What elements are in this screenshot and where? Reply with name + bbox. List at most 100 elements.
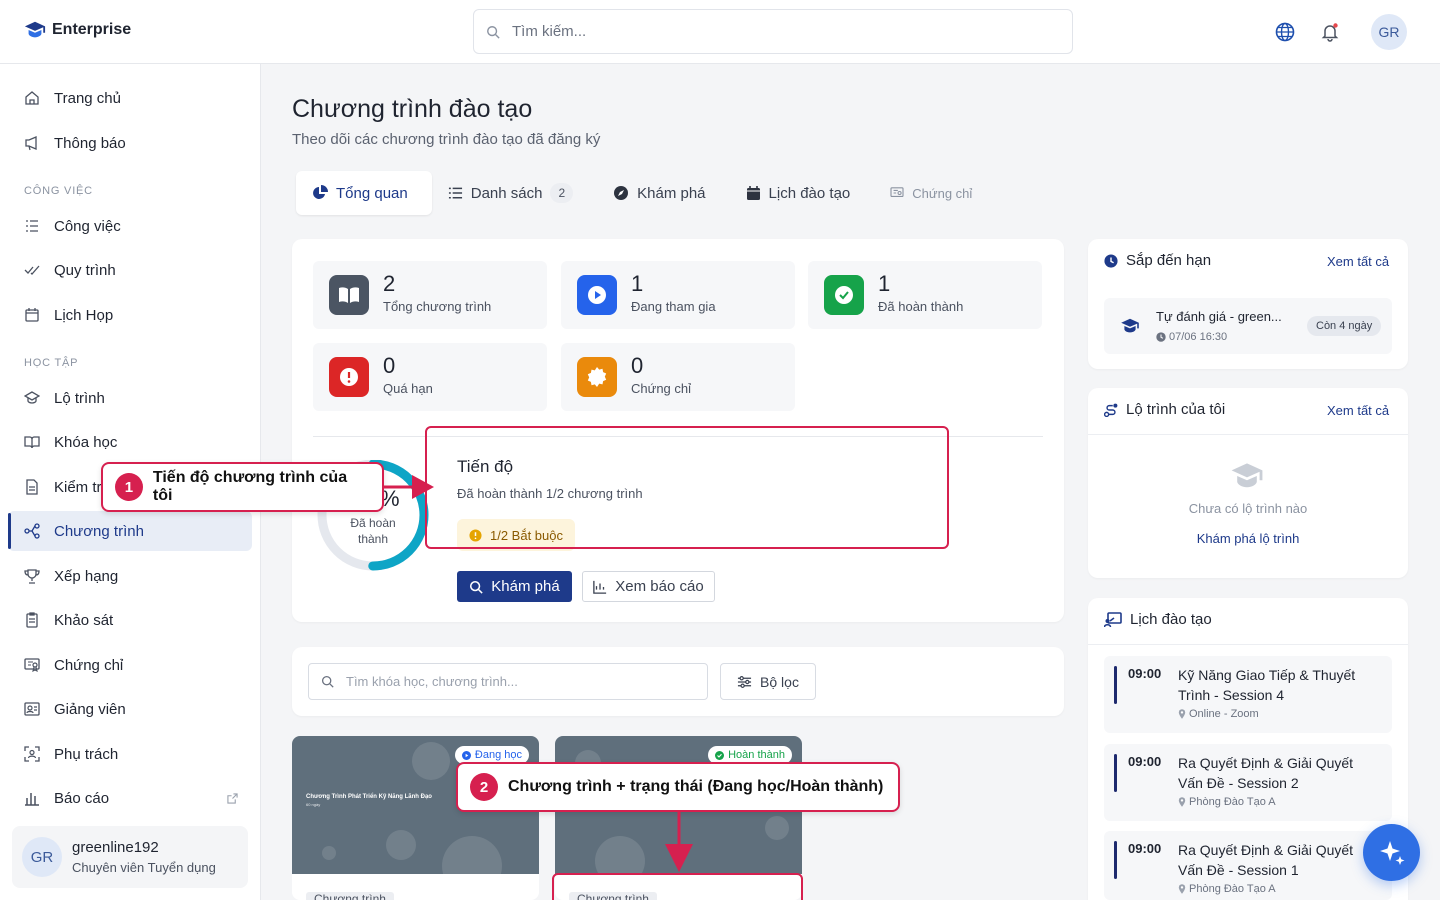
stat-value: 1 — [878, 271, 891, 296]
annotation-number: 2 — [470, 773, 498, 801]
course-search-input[interactable]: Tìm khóa học, chương trình... — [308, 663, 708, 700]
sidebar-item-label: Xếp hạng — [54, 567, 119, 585]
tab-overview[interactable]: Tổng quan — [296, 171, 432, 215]
schedule-location: Phòng Đào Tạo A — [1178, 796, 1276, 808]
deadline-item[interactable]: Tự đánh giá - green... 07/06 16:30 Còn 4… — [1104, 298, 1392, 354]
cover-subtitle: 60 ngày — [306, 802, 321, 807]
annotation-arrow-1 — [384, 475, 434, 499]
ai-assistant-button[interactable] — [1363, 824, 1420, 881]
program-network-icon — [24, 523, 40, 539]
stat-certificates: 0 Chứng chỉ — [561, 343, 795, 411]
trophy-icon — [24, 569, 40, 584]
book-icon — [329, 275, 369, 315]
external-link-icon — [227, 792, 238, 804]
tab-bar: Tổng quan Danh sách 2 Khám phá Lịch đào … — [296, 171, 996, 215]
tab-label: Lịch đào tạo — [768, 184, 851, 202]
due-badge: Còn 4 ngày — [1307, 316, 1382, 336]
clock-icon — [1104, 253, 1118, 268]
program-card[interactable]: Chương Trình Phát Triển Kỹ Năng Lãnh Đạo… — [292, 736, 539, 900]
program-type-tag: Chương trình — [306, 892, 394, 900]
graduation-cap-icon — [24, 21, 46, 38]
paths-title: Lộ trình của tôi — [1104, 401, 1225, 418]
sidebar-item-instructors[interactable]: Giảng viên — [8, 689, 252, 729]
search-input[interactable]: Tìm kiếm... — [512, 23, 586, 40]
avatar: GR — [22, 837, 62, 877]
instructor-icon — [24, 702, 40, 716]
sidebar-item-label: Khảo sát — [54, 611, 114, 629]
schedule-item[interactable]: 09:00 Ra Quyết Định & Giải Quyết Vấn Đề … — [1104, 744, 1392, 821]
filter-button[interactable]: Bộ lọc — [720, 663, 816, 700]
user-avatar[interactable]: GR — [1371, 14, 1407, 50]
stat-label: Chứng chỉ — [631, 381, 692, 396]
paths-view-all-link[interactable]: Xem tất cả — [1327, 403, 1389, 418]
language-button[interactable] — [1273, 20, 1297, 44]
section-label-learning: HỌC TẬP — [24, 357, 79, 369]
list-icon — [448, 187, 462, 199]
sidebar-item-programs[interactable]: Chương trình — [8, 511, 252, 551]
sidebar-item-paths[interactable]: Lộ trình — [8, 378, 252, 418]
view-report-button[interactable]: Xem báo cáo — [582, 571, 715, 602]
sidebar-item-certificates[interactable]: Chứng chỉ — [8, 645, 252, 685]
page-title: Chương trình đào tạo — [292, 95, 533, 123]
sidebar-item-meetings[interactable]: Lịch Họp — [8, 295, 252, 335]
sidebar-item-announcements[interactable]: Thông báo — [8, 123, 252, 163]
globe-icon — [1275, 22, 1295, 42]
schedule-item[interactable]: 09:00 Ra Quyết Định & Giải Quyết Vấn Đề … — [1104, 831, 1392, 900]
user-name: greenline192 — [72, 839, 159, 856]
stat-label: Tổng chương trình — [383, 299, 492, 314]
bar-chart-icon — [593, 580, 607, 594]
explore-paths-link[interactable]: Khám phá lộ trình — [1088, 531, 1408, 546]
tab-certificates[interactable]: Chứng chỉ — [874, 171, 996, 215]
sidebar-item-reports[interactable]: Báo cáo — [8, 778, 252, 818]
sidebar-item-home[interactable]: Trang chủ — [8, 78, 252, 118]
graduation-cap-icon — [24, 391, 40, 404]
tab-schedule[interactable]: Lịch đào tạo — [730, 171, 875, 215]
sidebar-item-label: Trang chủ — [54, 89, 121, 107]
sparkle-icon — [1379, 840, 1404, 865]
check-circle-icon — [715, 750, 725, 760]
donut-label: Đã hoàn thành — [350, 516, 396, 546]
scan-person-icon — [24, 746, 40, 762]
tab-list[interactable]: Danh sách 2 — [432, 171, 597, 215]
section-label-work: CÔNG VIỆC — [24, 185, 93, 197]
certificate-icon — [24, 658, 40, 673]
home-icon — [25, 91, 39, 105]
tab-label: Tổng quan — [336, 184, 408, 202]
schedule-time: 09:00 — [1128, 754, 1162, 769]
presentation-icon — [1104, 611, 1122, 627]
sidebar-item-label: Công việc — [54, 217, 121, 235]
highlight-box-progress — [425, 426, 949, 549]
graduation-cap-icon — [1121, 318, 1139, 333]
sidebar-item-responsible[interactable]: Phụ trách — [8, 734, 252, 774]
stat-value: 2 — [383, 271, 396, 296]
annotation-number: 1 — [115, 473, 143, 501]
user-role: Chuyên viên Tuyển dụng — [72, 860, 216, 875]
megaphone-icon — [25, 136, 37, 151]
explore-button[interactable]: Khám phá — [457, 571, 572, 602]
annotation-callout-1: 1 Tiến độ chương trình của tôi — [101, 462, 384, 512]
sidebar-item-ranking[interactable]: Xếp hạng — [8, 556, 252, 596]
stat-value: 0 — [383, 353, 396, 378]
schedule-location: Online - Zoom — [1178, 708, 1259, 720]
global-search[interactable]: Tìm kiếm... — [473, 9, 1073, 54]
stat-value: 1 — [631, 271, 644, 296]
sidebar-item-courses[interactable]: Khóa học — [8, 422, 252, 462]
deadlines-view-all-link[interactable]: Xem tất cả — [1327, 254, 1389, 269]
sidebar-item-surveys[interactable]: Khảo sát — [8, 600, 252, 640]
sidebar-item-label: Lịch Họp — [54, 306, 114, 324]
app-logo[interactable]: Enterprise — [24, 20, 131, 40]
schedule-title: Ra Quyết Định & Giải Quyết Vấn Đề - Sess… — [1178, 842, 1354, 878]
annotation-text: Chương trình + trạng thái (Đang học/Hoàn… — [508, 778, 884, 795]
sidebar-item-label: Báo cáo — [54, 789, 110, 807]
sidebar-item-process[interactable]: Quy trình — [8, 250, 252, 290]
stat-overdue: 0 Quá hạn — [313, 343, 547, 411]
notifications-button[interactable] — [1318, 20, 1342, 44]
user-profile-card[interactable]: GR greenline192 Chuyên viên Tuyển dụng — [12, 826, 248, 888]
sliders-icon — [737, 675, 752, 688]
schedule-item[interactable]: 09:00 Kỹ Năng Giao Tiếp & Thuyết Trình -… — [1104, 656, 1392, 733]
tab-explore[interactable]: Khám phá — [597, 171, 729, 215]
sidebar-item-label: Thông báo — [54, 134, 126, 152]
sidebar-item-tasks[interactable]: Công việc — [8, 206, 252, 246]
stat-value: 0 — [631, 353, 644, 378]
location-pin-icon — [1178, 797, 1186, 807]
